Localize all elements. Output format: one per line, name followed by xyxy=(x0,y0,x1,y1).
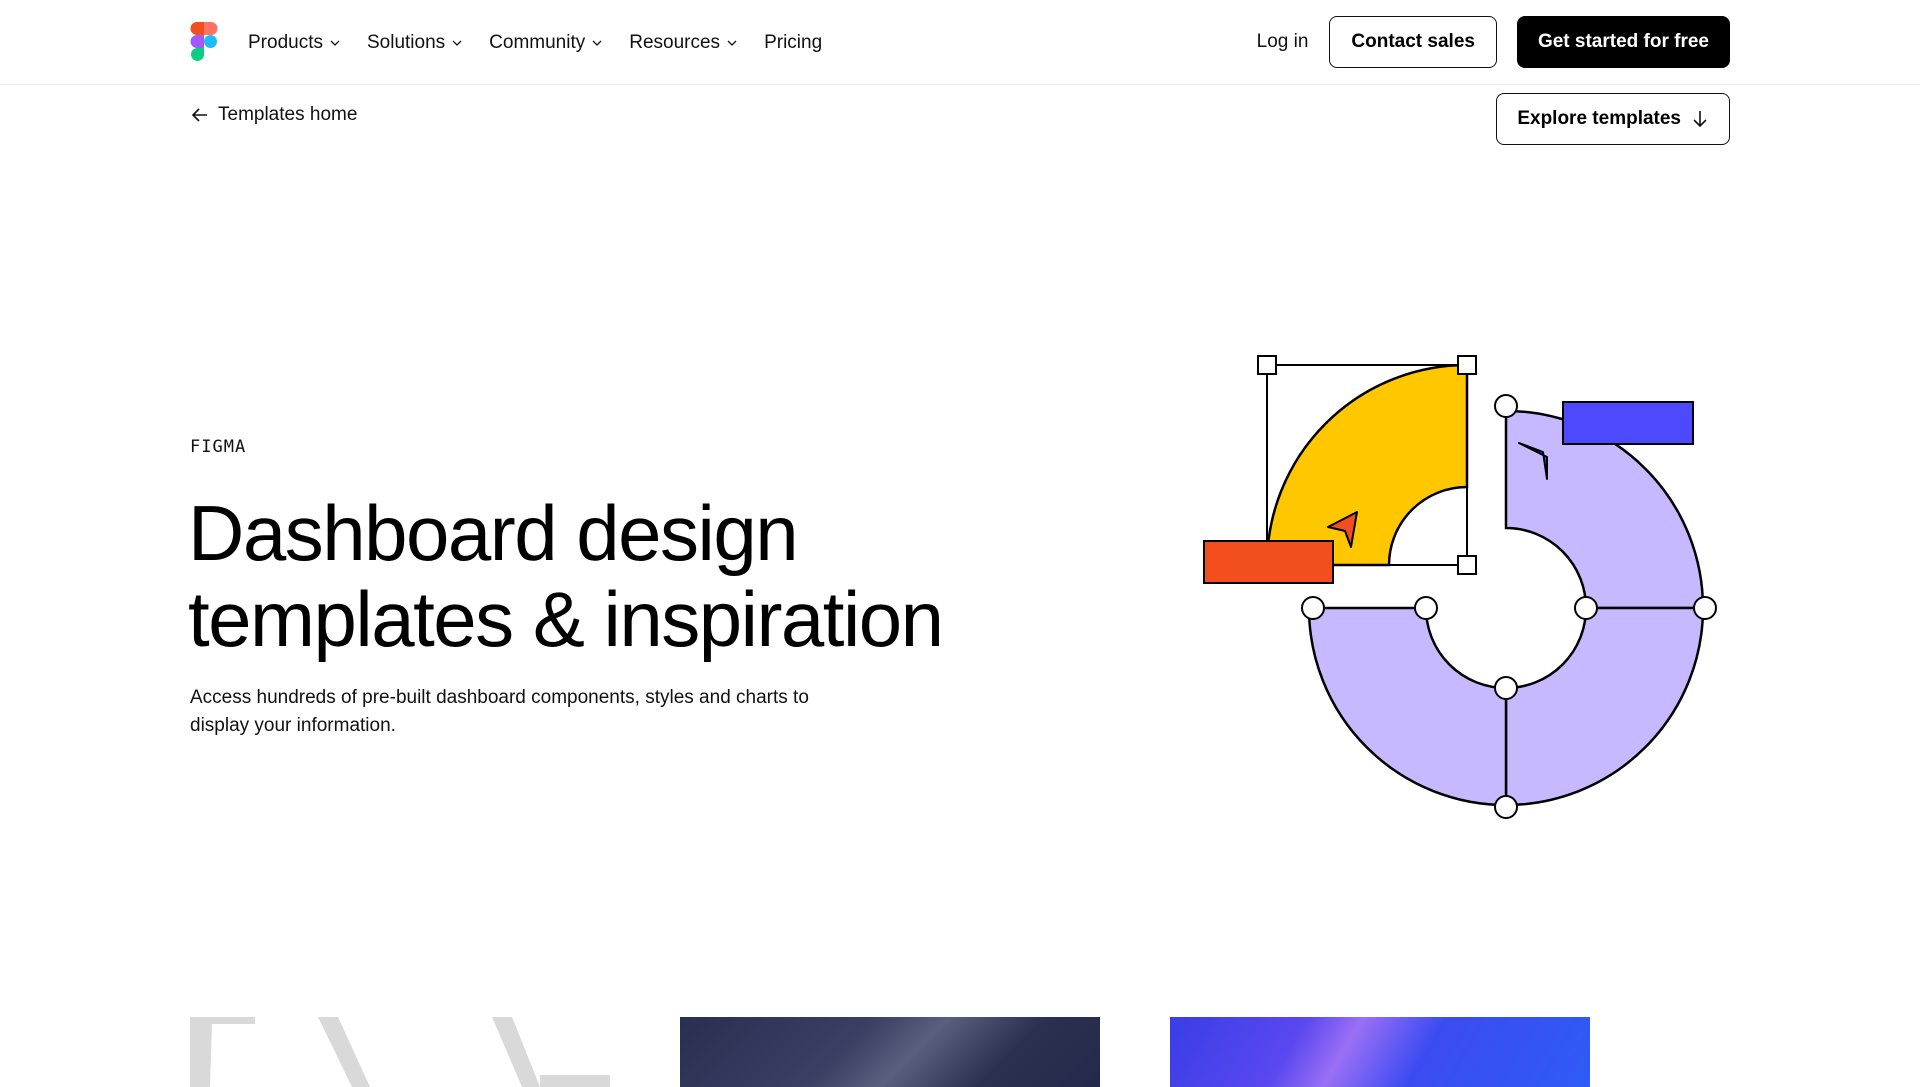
selection-handle xyxy=(1457,555,1477,575)
nav-actions: Log in Contact sales Get started for fre… xyxy=(1257,16,1730,68)
selection-handle xyxy=(1257,355,1277,375)
node-handle xyxy=(1414,596,1438,620)
nav-community-label: Community xyxy=(489,31,586,53)
nav-resources-label: Resources xyxy=(629,31,721,53)
thumbnail-artwork xyxy=(190,1017,610,1087)
templates-home-link[interactable]: Templates home xyxy=(190,104,357,126)
nav-community[interactable]: Community xyxy=(489,32,603,54)
template-thumbnail[interactable] xyxy=(1170,1017,1590,1087)
page-subtitle-line-1: Access hundreds of pre-built dashboard c… xyxy=(190,687,809,708)
nav-solutions-label: Solutions xyxy=(366,31,446,53)
page-title-line-1: Dashboard design xyxy=(188,489,799,577)
yellow-arc-shape xyxy=(1265,363,1469,567)
lavender-ring-shape xyxy=(1307,606,1508,807)
template-thumbnail[interactable] xyxy=(190,1017,610,1087)
login-link[interactable]: Log in xyxy=(1257,31,1309,53)
nav-pricing[interactable]: Pricing xyxy=(764,32,822,54)
page-subtitle-line-2: display your information. xyxy=(190,715,396,736)
top-navigation: Products Solutions Community Resources P… xyxy=(0,0,1920,85)
primary-nav: Products Solutions Community Resources P… xyxy=(248,0,822,85)
nav-solutions[interactable]: Solutions xyxy=(367,32,463,54)
eyebrow-label: FIGMA xyxy=(190,437,247,457)
node-handle xyxy=(1494,795,1518,819)
chevron-down-icon xyxy=(452,40,462,46)
contact-sales-button[interactable]: Contact sales xyxy=(1329,16,1497,68)
node-handle xyxy=(1574,596,1598,620)
page-subtitle: Access hundreds of pre-built dashboard c… xyxy=(190,684,880,740)
figma-logo[interactable] xyxy=(190,22,218,62)
node-handle xyxy=(1494,394,1518,418)
node-handle xyxy=(1494,676,1518,700)
chevron-down-icon xyxy=(592,40,602,46)
hero-illustration xyxy=(1203,355,1717,819)
orange-rectangle xyxy=(1203,540,1334,584)
nav-products-label: Products xyxy=(248,31,323,53)
explore-templates-button[interactable]: Explore templates xyxy=(1496,93,1730,145)
get-started-button[interactable]: Get started for free xyxy=(1516,16,1730,68)
node-handle xyxy=(1301,596,1325,620)
chevron-down-icon xyxy=(330,40,340,46)
templates-home-label: Templates home xyxy=(218,104,358,125)
nav-pricing-label: Pricing xyxy=(764,31,823,53)
chevron-down-icon xyxy=(727,40,737,46)
blue-rectangle xyxy=(1562,401,1694,445)
arrow-left-icon xyxy=(191,108,207,122)
node-handle xyxy=(1693,596,1717,620)
lavender-ring-shape xyxy=(1504,606,1705,807)
nav-products[interactable]: Products xyxy=(248,32,341,54)
template-thumbnail[interactable] xyxy=(680,1017,1100,1087)
selection-handle xyxy=(1457,355,1477,375)
arrow-down-icon xyxy=(1693,111,1707,128)
page-title-line-2: templates & inspiration xyxy=(188,575,944,663)
nav-resources[interactable]: Resources xyxy=(629,32,738,54)
explore-templates-label: Explore templates xyxy=(1517,108,1681,129)
page-title: Dashboard design templates & inspiration xyxy=(188,490,1048,662)
